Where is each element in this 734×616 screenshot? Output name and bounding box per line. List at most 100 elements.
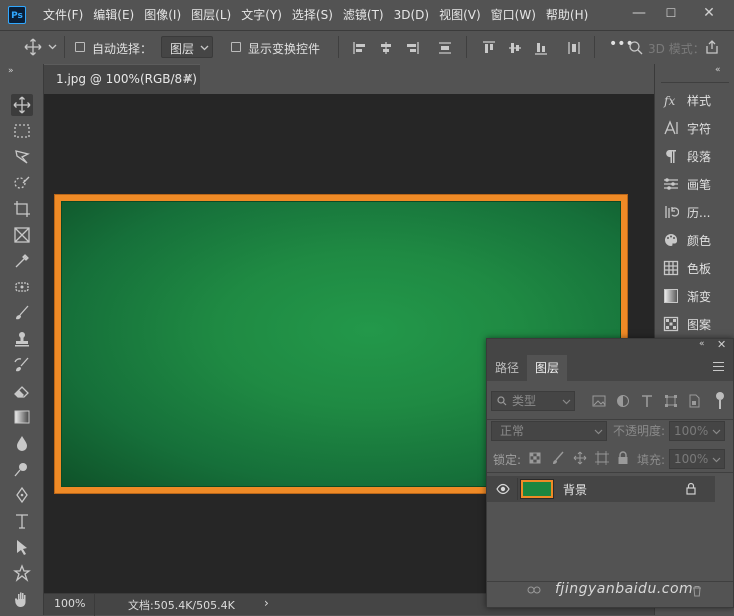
menu-image[interactable]: 图像(I) [139,0,186,30]
quick-select-tool[interactable] [11,172,33,194]
minimize-button[interactable]: — [624,0,654,26]
divider [487,419,733,420]
lasso-tool[interactable] [11,146,33,168]
panel-label: 段落 [687,149,712,164]
healing-brush-tool[interactable] [11,276,33,298]
document-tab[interactable]: 1.jpg @ 100%(RGB/8#) × [44,64,200,94]
filter-toggle[interactable] [716,392,724,400]
status-menu-arrow-icon[interactable]: › [264,596,269,610]
menu-view[interactable]: 视图(V) [434,0,486,30]
menu-filter[interactable]: 滤镜(T) [338,0,389,30]
align-right-icon[interactable] [405,41,419,55]
search-icon[interactable] [628,40,644,56]
eraser-tool[interactable] [11,380,33,402]
share-icon[interactable] [704,39,720,55]
menu-window[interactable]: 窗口(W) [486,0,541,30]
menu-help[interactable]: 帮助(H) [541,0,593,30]
tab-layers[interactable]: 图层 [527,355,568,381]
panel-history[interactable]: 历... [663,198,729,226]
eye-icon[interactable] [496,483,510,495]
clone-stamp-tool[interactable] [11,328,33,350]
rectangle-marquee-icon [14,124,30,138]
distribute-icon[interactable] [438,41,452,55]
lock-transparent-icon[interactable] [529,452,541,464]
path-selection-tool[interactable] [11,536,33,558]
menu-file[interactable]: 文件(F) [38,0,88,30]
eyedropper-tool[interactable] [11,250,33,272]
distribute-vertical-icon[interactable] [567,41,581,55]
move-icon [13,96,31,114]
blend-mode-dropdown[interactable]: 正常 [491,421,607,441]
dodge-tool[interactable] [11,458,33,480]
tab-paths[interactable]: 路径 [487,355,527,381]
lock-pixels-icon[interactable] [551,451,565,465]
link-layers-icon[interactable] [527,585,541,595]
pen-tool[interactable] [11,484,33,506]
menu-select[interactable]: 选择(S) [287,0,338,30]
panel-gradients[interactable]: 渐变 [663,282,729,310]
close-window-button[interactable]: ✕ [694,0,724,26]
align-left-icon[interactable] [353,41,367,55]
close-tab-icon[interactable]: × [183,71,194,86]
layer-row[interactable]: 背景 [487,476,715,502]
blur-tool[interactable] [11,432,33,454]
panel-patterns[interactable]: 图案 [663,310,729,338]
menu-edit[interactable]: 编辑(E) [88,0,139,30]
pixel-layer-filter-icon[interactable] [592,394,606,408]
type-layer-filter-icon[interactable] [640,394,654,408]
menu-layer[interactable]: 图层(L) [186,0,236,30]
panel-paragraph[interactable]: 段落 [663,142,729,170]
shape-tool[interactable] [11,562,33,584]
move-tool[interactable] [11,94,33,116]
align-middle-icon[interactable] [508,41,522,55]
smart-object-filter-icon[interactable] [687,394,701,408]
divider [466,36,467,58]
panel-label: 字符 [687,121,712,136]
layer-name[interactable]: 背景 [563,481,587,498]
auto-select-checkbox[interactable] [75,42,85,52]
panel-character[interactable]: 字符 [663,114,729,142]
chevron-down-icon [562,399,571,405]
crop-tool[interactable] [11,198,33,220]
move-tool-icon[interactable] [24,38,42,56]
hand-tool[interactable] [11,588,33,610]
type-tool[interactable] [11,510,33,532]
panel-header[interactable]: « ✕ [487,338,733,355]
show-transform-checkbox[interactable] [231,42,241,52]
delete-layer-icon[interactable] [691,585,703,597]
align-center-icon[interactable] [379,41,393,55]
marquee-tool[interactable] [11,120,33,142]
align-bottom-icon[interactable] [534,41,548,55]
frame-tool[interactable] [11,224,33,246]
lock-all-icon[interactable] [617,451,629,465]
collapse-dock-icon[interactable]: « [715,65,721,75]
panel-brush-settings[interactable]: 画笔 [663,170,729,198]
brush-settings-icon [664,178,678,190]
chevron-down-icon[interactable] [48,43,57,51]
layer-filter-dropdown[interactable]: 类型 [491,391,575,411]
lock-artboard-icon[interactable] [595,451,609,465]
collapse-toolbar-icon[interactable]: » [8,66,14,76]
panel-color[interactable]: 颜色 [663,226,729,254]
pattern-icon [663,316,679,332]
adjustment-layer-filter-icon[interactable] [616,394,630,408]
panel-styles[interactable]: fx 样式 [663,86,729,114]
panel-swatches[interactable]: 色板 [663,254,729,282]
panel-menu-icon[interactable] [713,362,724,371]
opacity-input[interactable]: 100% [669,421,725,441]
lock-position-icon[interactable] [573,451,587,465]
gradient-tool[interactable] [11,406,33,428]
fill-input[interactable]: 100% [669,449,725,469]
auto-select-dropdown[interactable]: 图层 [161,36,213,58]
maximize-button[interactable]: ☐ [656,0,686,26]
menu-3d[interactable]: 3D(D) [389,0,434,30]
align-top-icon[interactable] [482,41,496,55]
history-brush-tool[interactable] [11,354,33,376]
zoom-level[interactable]: 100% [54,597,85,610]
shape-layer-filter-icon[interactable] [664,394,678,408]
close-panel-icon[interactable]: ✕ [717,338,726,351]
panel-label: 样式 [687,93,712,108]
menu-type[interactable]: 文字(Y) [236,0,287,30]
collapse-panel-icon[interactable]: « [699,339,705,349]
brush-tool[interactable] [11,302,33,324]
